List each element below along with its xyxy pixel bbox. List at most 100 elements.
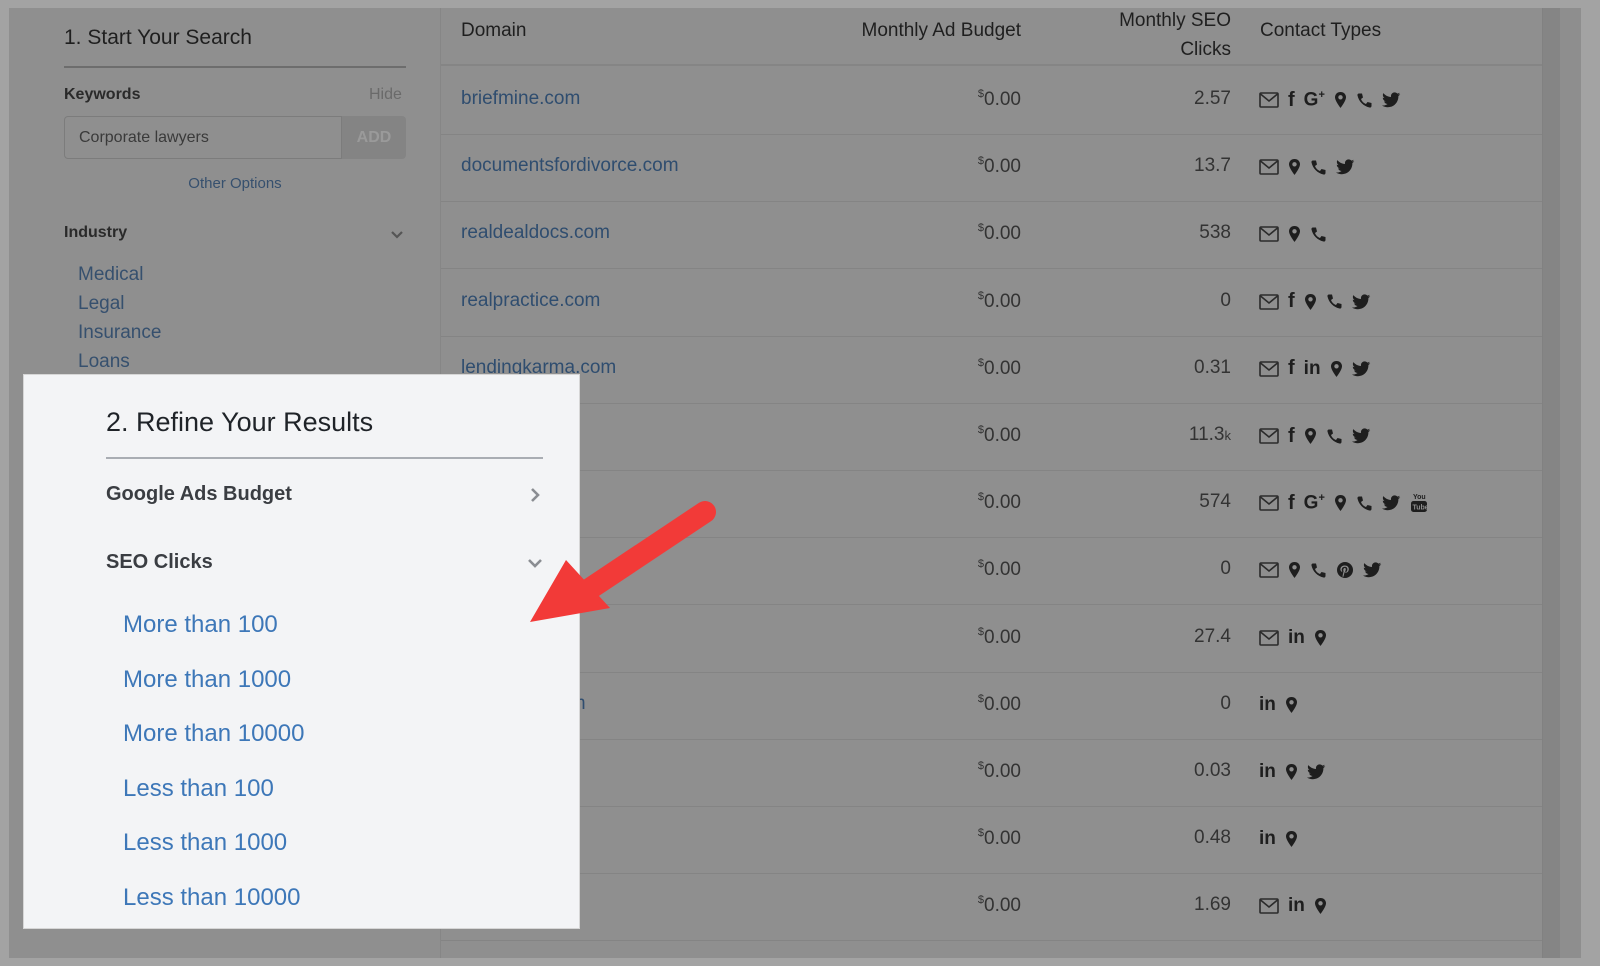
domain-link[interactable]: realdealdocs.com [461, 222, 610, 244]
table-row[interactable]: lendingkarma.com $0.00 0.31 f in [441, 337, 1542, 404]
table-row[interactable]: documentsfordivorce.com $0.00 13.7 [441, 135, 1542, 203]
email-icon[interactable] [1259, 425, 1279, 447]
twitter-icon[interactable] [1351, 358, 1371, 380]
twitter-icon[interactable] [1381, 89, 1401, 111]
email-icon[interactable] [1259, 291, 1279, 313]
industry-item-loans[interactable]: Loans [78, 347, 161, 376]
table-row[interactable]: realpractice.com $0.00 0 f [441, 270, 1542, 337]
location-icon[interactable] [1304, 425, 1317, 447]
linkedin-icon[interactable]: in [1259, 828, 1276, 850]
chevron-down-icon[interactable] [390, 228, 404, 242]
seo-option-more-than-100[interactable]: More than 100 [123, 605, 304, 660]
pinterest-icon[interactable] [1336, 559, 1354, 581]
location-icon[interactable] [1285, 694, 1298, 716]
twitter-icon[interactable] [1306, 761, 1326, 783]
location-icon[interactable] [1285, 828, 1298, 850]
location-icon[interactable] [1288, 559, 1301, 581]
industry-label[interactable]: Industry [64, 224, 127, 242]
domain-link[interactable]: documentsfordivorce.com [461, 155, 679, 177]
contact-types: f in [1259, 357, 1371, 381]
email-icon[interactable] [1259, 89, 1279, 111]
phone-icon[interactable] [1356, 492, 1373, 514]
location-icon[interactable] [1334, 89, 1347, 111]
location-icon[interactable] [1334, 492, 1347, 514]
table-row[interactable]: com$0.000.48in [441, 807, 1542, 875]
location-icon[interactable] [1330, 358, 1343, 380]
email-icon[interactable] [1259, 156, 1279, 178]
location-icon[interactable] [1314, 627, 1327, 649]
seo-clicks-filter[interactable]: SEO Clicks [106, 551, 543, 574]
budget-amount: 0.00 [984, 89, 1021, 110]
phone-icon[interactable] [1356, 89, 1373, 111]
linkedin-icon[interactable]: in [1259, 761, 1276, 783]
location-icon[interactable] [1304, 291, 1317, 313]
table-scrollbar[interactable] [1542, 8, 1560, 958]
facebook-icon[interactable]: f [1288, 290, 1295, 313]
location-icon[interactable] [1288, 223, 1301, 245]
table-row[interactable]: om$0.0011.3kf [441, 404, 1542, 471]
youtube-icon[interactable]: You Tube [1410, 492, 1428, 514]
seo-option-less-than-100[interactable]: Less than 100 [123, 769, 304, 824]
google-plus-icon[interactable]: G+ [1304, 492, 1325, 514]
twitter-icon[interactable] [1381, 492, 1401, 514]
industry-item-medical[interactable]: Medical [78, 260, 161, 289]
table-row[interactable]: ofamerica.com$0.000in [441, 673, 1542, 740]
email-icon[interactable] [1259, 492, 1279, 514]
seo-option-more-than-1000[interactable]: More than 1000 [123, 660, 304, 715]
table-row[interactable]: briefmine.com $0.00 2.57 f G+ [441, 68, 1542, 135]
seo-option-less-than-10000[interactable]: Less than 10000 [123, 878, 304, 933]
industry-item-insurance[interactable]: Insurance [78, 318, 161, 347]
keyword-input[interactable]: Corporate lawyers [64, 116, 342, 159]
domain-link[interactable]: realpractice.com [461, 290, 600, 312]
contact-types: in [1259, 760, 1326, 784]
facebook-icon[interactable]: f [1288, 89, 1295, 111]
linkedin-icon[interactable]: in [1288, 895, 1305, 917]
linkedin-icon[interactable]: in [1304, 358, 1321, 380]
email-icon[interactable] [1259, 627, 1279, 649]
facebook-icon[interactable]: f [1288, 425, 1295, 447]
table-row[interactable]: realdealdocs.com $0.00 538 [441, 202, 1542, 270]
column-header-domain[interactable]: Domain [461, 20, 526, 42]
industry-item-legal[interactable]: Legal [78, 289, 161, 318]
email-icon[interactable] [1259, 358, 1279, 380]
results-table: Domain Monthly Ad Budget Monthly SEO Cli… [441, 8, 1542, 958]
linkedin-icon[interactable]: in [1259, 694, 1276, 716]
phone-icon[interactable] [1326, 291, 1343, 313]
phone-icon[interactable] [1310, 559, 1327, 581]
add-keyword-button[interactable]: ADD [342, 116, 406, 159]
column-header-seo-clicks[interactable]: Monthly SEO Clicks [1081, 8, 1231, 64]
seo-clicks-number: 0.03 [1194, 760, 1231, 781]
phone-icon[interactable] [1310, 223, 1327, 245]
table-row[interactable]: sonlaw.com$0.00574fG+YouTube [441, 471, 1542, 539]
location-icon[interactable] [1285, 761, 1298, 783]
seo-clicks-label: SEO Clicks [106, 551, 213, 573]
google-ads-budget-filter[interactable]: Google Ads Budget [106, 483, 543, 506]
location-icon[interactable] [1288, 156, 1301, 178]
table-row[interactable]: $0.00 0.03 in [441, 740, 1542, 807]
email-icon[interactable] [1259, 559, 1279, 581]
email-icon[interactable] [1259, 895, 1279, 917]
seo-option-less-than-1000[interactable]: Less than 1000 [123, 823, 304, 878]
phone-icon[interactable] [1310, 156, 1327, 178]
seo-option-more-than-10000[interactable]: More than 10000 [123, 714, 304, 769]
table-row[interactable]: ulting.com$0.0027.4in [441, 606, 1542, 673]
linkedin-icon[interactable]: in [1288, 627, 1305, 649]
email-icon[interactable] [1259, 223, 1279, 245]
table-row[interactable]: ed.com$0.001.69in [441, 874, 1542, 942]
facebook-icon[interactable]: f [1288, 357, 1295, 380]
twitter-icon[interactable] [1351, 291, 1371, 313]
domain-link[interactable]: briefmine.com [461, 88, 580, 110]
location-icon[interactable] [1314, 895, 1327, 917]
phone-icon[interactable] [1326, 425, 1343, 447]
other-options-link[interactable]: Other Options [64, 175, 406, 192]
column-header-budget[interactable]: Monthly Ad Budget [821, 20, 1022, 42]
twitter-icon[interactable] [1363, 559, 1382, 581]
hide-keywords-link[interactable]: Hide [369, 86, 402, 104]
twitter-icon[interactable] [1336, 156, 1355, 178]
table-row[interactable]: $0.00 0 [441, 538, 1542, 606]
seo-clicks-number: 2.57 [1194, 88, 1231, 109]
google-plus-icon[interactable]: G+ [1304, 89, 1325, 111]
facebook-icon[interactable]: f [1288, 492, 1295, 514]
twitter-icon[interactable] [1351, 425, 1371, 447]
contact-types: in [1259, 894, 1327, 918]
